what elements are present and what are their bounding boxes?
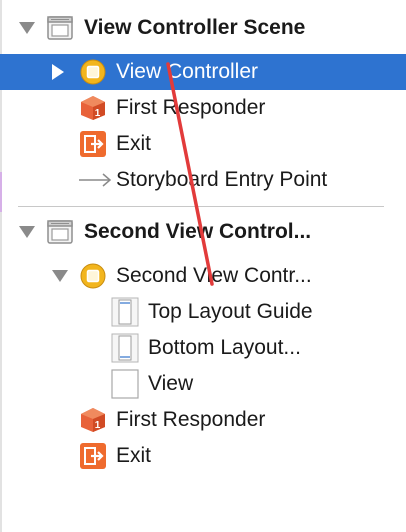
outline-item-view[interactable]: View xyxy=(0,366,406,402)
outline-item-storyboard-entry-point[interactable]: Storyboard Entry Point xyxy=(0,162,406,198)
scene-row-second-view-controller-scene[interactable]: Second View Control... xyxy=(0,214,406,250)
outline-item-label: Storyboard Entry Point xyxy=(116,168,328,191)
view-controller-icon xyxy=(80,263,106,289)
outline-item-label: Exit xyxy=(116,132,152,155)
top-layout-guide-icon xyxy=(111,297,139,327)
svg-text:1: 1 xyxy=(95,420,101,431)
scene-title: View Controller Scene xyxy=(84,16,306,39)
outline-item-label: Bottom Layout... xyxy=(148,336,301,359)
document-outline: View Controller Scene View Controller 1 … xyxy=(0,0,406,532)
outline-item-label: View Controller xyxy=(116,60,259,83)
bottom-layout-guide-icon xyxy=(111,333,139,363)
disclosure-triangle-expanded-icon[interactable] xyxy=(52,270,68,282)
first-responder-cube-icon: 1 xyxy=(80,95,106,121)
outline-item-view-controller[interactable]: View Controller xyxy=(0,54,406,90)
outline-item-bottom-layout-guide[interactable]: Bottom Layout... xyxy=(0,330,406,366)
scene-icon xyxy=(47,219,73,245)
disclosure-triangle-expanded-icon[interactable] xyxy=(19,22,35,34)
outline-item-label: Top Layout Guide xyxy=(148,300,313,323)
exit-icon xyxy=(80,443,106,469)
disclosure-triangle-collapsed-icon[interactable] xyxy=(52,64,64,80)
outline-item-exit[interactable]: Exit xyxy=(0,126,406,162)
outline-item-exit[interactable]: Exit xyxy=(0,438,406,474)
outline-item-first-responder[interactable]: 1 First Responder xyxy=(0,402,406,438)
outline-item-label: Exit xyxy=(116,444,152,467)
outline-item-label: First Responder xyxy=(116,408,266,431)
scene-title: Second View Control... xyxy=(84,220,312,243)
disclosure-triangle-expanded-icon[interactable] xyxy=(19,226,35,238)
exit-icon xyxy=(80,131,106,157)
scene-icon xyxy=(47,15,73,41)
outline-item-second-view-controller[interactable]: Second View Contr... xyxy=(0,258,406,294)
outline-item-label: First Responder xyxy=(116,96,266,119)
outline-item-label: Second View Contr... xyxy=(116,264,312,287)
outline-item-label: View xyxy=(148,372,194,395)
view-controller-icon xyxy=(80,59,106,85)
entry-point-arrow-icon xyxy=(78,167,112,193)
scene-divider xyxy=(18,206,384,207)
scene-row-view-controller-scene[interactable]: View Controller Scene xyxy=(0,10,406,46)
outline-item-first-responder[interactable]: 1 First Responder xyxy=(0,90,406,126)
outline-item-top-layout-guide[interactable]: Top Layout Guide xyxy=(0,294,406,330)
first-responder-cube-icon: 1 xyxy=(80,407,106,433)
view-icon xyxy=(111,369,139,399)
svg-text:1: 1 xyxy=(95,108,101,119)
